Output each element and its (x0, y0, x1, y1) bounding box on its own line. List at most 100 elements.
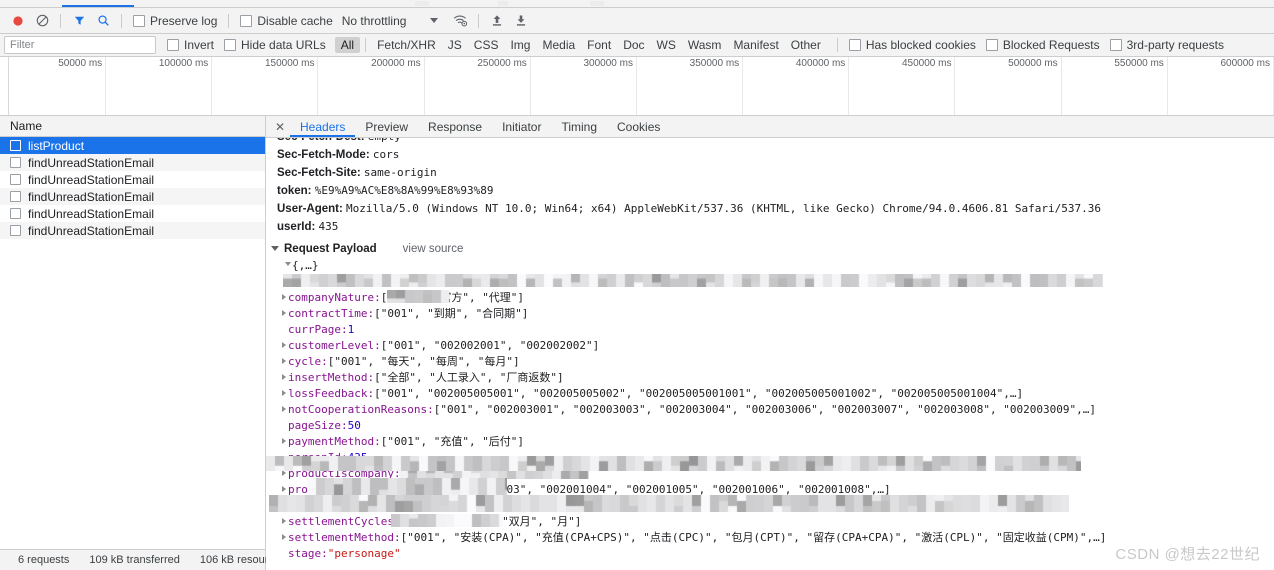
overview-tick-label: 550000 ms (1114, 58, 1164, 69)
json-row[interactable]: lossFeedback: ["001", "002005005001", "0… (279, 386, 1274, 402)
clear-button[interactable] (30, 10, 54, 32)
request-row[interactable]: findUnreadStationEmail (0, 154, 265, 171)
chevron-right-icon[interactable] (279, 354, 288, 364)
type-filter-fetch-xhr[interactable]: Fetch/XHR (371, 37, 442, 53)
checkbox-box (848, 39, 861, 51)
detail-content[interactable]: Sec-Fetch-Dest: empty Sec-Fetch-Mode: co… (266, 138, 1274, 570)
chevron-right-icon[interactable] (279, 434, 288, 444)
has-blocked-cookies-checkbox[interactable]: Has blocked cookies (844, 38, 981, 52)
request-row[interactable]: findUnreadStationEmail (0, 171, 265, 188)
type-filter-font[interactable]: Font (581, 37, 617, 53)
request-list-panel: Name listProduct findUnreadStationEmail fi… (0, 116, 285, 570)
type-filter-other[interactable]: Other (785, 37, 827, 53)
json-row[interactable]: insertMethod: ["全部", "人工录入", "厂商返数"] (279, 370, 1274, 386)
chevron-right-icon[interactable] (279, 290, 288, 300)
overview-tick: 600000 ms (1168, 57, 1274, 115)
json-key: prod: (288, 483, 322, 496)
request-row[interactable]: findUnreadStationEmail (0, 205, 265, 222)
checkbox-box (167, 39, 179, 51)
type-filter-img[interactable]: Img (504, 37, 536, 53)
devtools-tab-strip[interactable] (0, 0, 1274, 8)
request-row[interactable]: findUnreadStationEmail (0, 222, 265, 239)
record-button[interactable] (6, 10, 30, 32)
json-row[interactable]: cycle: ["001", "每天", "每周", "每月"] (279, 354, 1274, 370)
json-row[interactable]: productIscompany: ["001", (279, 462, 1274, 482)
import-har-icon[interactable] (485, 10, 509, 32)
json-row[interactable]: paymentMethod: ["001", "充值", "后付"] (279, 434, 1274, 450)
filter-toggle-icon[interactable] (67, 10, 91, 32)
json-value: ["001", "安装(CPA)", "充值(CPA+CPS)", "点击(CP… (400, 531, 1107, 544)
chevron-right-icon[interactable] (279, 498, 288, 508)
type-filter-doc[interactable]: Doc (617, 37, 650, 53)
request-list-header[interactable]: Name (0, 116, 265, 137)
network-overview-timeline[interactable]: 50000 ms 100000 ms 150000 ms 200000 ms 25000… (0, 57, 1274, 116)
request-name: findUnreadStationEmail (28, 172, 155, 187)
type-filter-css[interactable]: CSS (468, 37, 505, 53)
overview-tick-label: 450000 ms (902, 58, 952, 69)
overview-tick-label: 300000 ms (583, 58, 633, 69)
type-filter-all[interactable]: All (334, 37, 361, 53)
view-source-link[interactable]: view source (403, 243, 464, 255)
request-name: findUnreadStationEmail (28, 155, 155, 170)
throttling-value: No throttling (341, 13, 407, 28)
json-value: 1 (347, 323, 355, 336)
filter-divider (836, 38, 838, 52)
json-row[interactable]: notCooperationReasons: ["001", "00200300… (279, 402, 1274, 418)
chevron-right-icon[interactable] (279, 482, 288, 492)
request-payload-section-header[interactable]: Request Payload view source (266, 239, 1274, 258)
filter-input[interactable]: Filter (4, 36, 156, 54)
type-filter-js[interactable]: JS (442, 37, 468, 53)
preserve-log-checkbox[interactable]: Preserve log (128, 14, 222, 28)
invert-checkbox[interactable]: Invert (162, 38, 219, 52)
close-icon[interactable]: ✕ (270, 117, 290, 137)
blocked-requests-checkbox[interactable]: Blocked Requests (981, 38, 1105, 52)
checkbox-box (133, 14, 145, 27)
chevron-down-icon[interactable] (283, 258, 292, 266)
chevron-right-icon[interactable] (279, 514, 288, 524)
type-filter-media[interactable]: Media (536, 37, 581, 53)
chevron-right-icon[interactable] (279, 530, 288, 540)
json-value: ["001", "单月", "双月", "月"] (400, 515, 582, 528)
json-row[interactable]: companyNature: ["001", "官方", "代理"] (279, 290, 1274, 306)
json-root-row[interactable]: {,…} (279, 258, 1274, 274)
tab-headers[interactable]: Headers (290, 117, 355, 137)
chevron-right-icon[interactable] (279, 306, 288, 316)
chevron-down-icon (271, 246, 279, 251)
search-icon[interactable] (91, 10, 115, 32)
network-conditions-icon[interactable] (448, 10, 472, 32)
json-value: 435 (347, 451, 368, 464)
json-row[interactable]: prod: "001", "002001002", "002001003", "… (279, 478, 1274, 498)
chevron-right-icon[interactable] (279, 338, 288, 348)
json-row[interactable]: sellingPeople: ["001", (269, 495, 1274, 514)
active-tab-underline (62, 5, 134, 7)
chevron-right-icon[interactable] (279, 402, 288, 412)
request-row[interactable]: findUnreadStationEmail (0, 188, 265, 205)
type-filter-ws[interactable]: WS (651, 37, 682, 53)
tab-timing[interactable]: Timing (551, 117, 607, 137)
tab-initiator[interactable]: Initiator (492, 117, 551, 137)
json-value: "001", "002001002", "002001003", "002001… (321, 483, 891, 496)
tab-cookies[interactable]: Cookies (607, 117, 670, 137)
tab-preview[interactable]: Preview (355, 117, 418, 137)
hide-data-urls-checkbox[interactable]: Hide data URLs (219, 38, 331, 52)
type-filter-wasm[interactable]: Wasm (682, 37, 728, 53)
tab-response[interactable]: Response (418, 117, 492, 137)
type-filter-manifest[interactable]: Manifest (727, 37, 784, 53)
chevron-right-icon[interactable] (279, 370, 288, 380)
overview-tick: 450000 ms (849, 57, 956, 115)
chevron-right-icon[interactable] (279, 466, 288, 476)
json-row[interactable]: contractTime: ["001", "到期", "合同期"] (279, 306, 1274, 322)
throttling-select[interactable]: No throttling (338, 14, 443, 28)
json-row[interactable]: customerLevel: ["001", "002002001", "002… (279, 338, 1274, 354)
export-har-icon[interactable] (509, 10, 533, 32)
request-row[interactable]: listProduct (0, 137, 265, 154)
third-party-requests-checkbox[interactable]: 3rd-party requests (1105, 38, 1229, 52)
json-row[interactable]: settlementCycles: ["001", "单月", "双月", "月… (279, 514, 1274, 530)
chevron-right-icon[interactable] (279, 386, 288, 396)
hide-data-urls-label: Hide data URLs (241, 38, 326, 52)
preserve-log-label: Preserve log (150, 13, 218, 28)
json-row: personId: 435 (279, 450, 1274, 466)
tab-ghost (415, 1, 429, 6)
disable-cache-checkbox[interactable]: Disable cache (235, 14, 337, 28)
network-filter-bar: Filter Invert Hide data URLs All Fetch/XH… (0, 34, 1274, 57)
